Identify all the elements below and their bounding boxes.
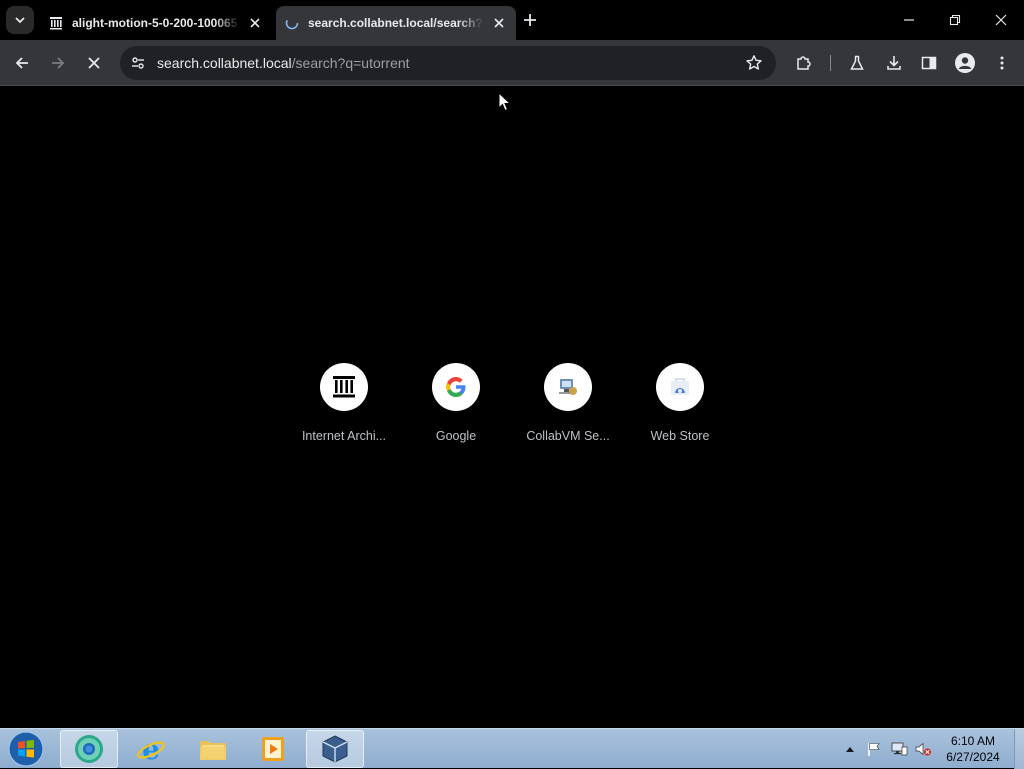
taskbar-media-player[interactable] [244, 730, 302, 768]
profile-button[interactable] [950, 48, 980, 78]
side-panel-icon [921, 56, 937, 70]
volume-muted-icon [915, 742, 931, 756]
taskbar-file-explorer[interactable] [184, 730, 242, 768]
flask-icon [850, 55, 864, 70]
puzzle-icon [797, 56, 811, 70]
action-center-tray[interactable] [864, 729, 884, 769]
close-window-button[interactable] [978, 0, 1024, 40]
shortcut-collabvm[interactable]: CollabVM Se... [512, 363, 624, 443]
system-clock[interactable]: 6:10 AM 6/27/2024 [936, 733, 1010, 765]
folder-icon [200, 741, 226, 760]
url-text: search.collabnet.local/search?q=utorrent [157, 55, 410, 71]
chevron-down-icon [15, 17, 25, 24]
internet-archive-icon [333, 376, 355, 398]
close-icon [995, 14, 1007, 26]
bookmark-star-icon[interactable] [742, 51, 766, 75]
virtualbox-icon [322, 735, 348, 763]
url-path: /search?q=utorrent [291, 55, 410, 71]
collabvm-icon [559, 379, 577, 395]
toolbar-separator [830, 55, 831, 71]
close-tab-icon[interactable] [246, 14, 264, 32]
shortcut-web-store[interactable]: Web Store [624, 363, 736, 443]
clock-time: 6:10 AM [950, 734, 996, 748]
taskbar-chromium[interactable] [60, 730, 118, 768]
shortcut-icon-wrapper [432, 363, 480, 411]
taskbar-internet-explorer[interactable]: e [122, 730, 180, 768]
page-content: Internet Archi... Google CollabVM Se... … [0, 87, 1024, 728]
tab-alight-motion[interactable]: alight-motion-5-0-200-100065 [40, 6, 272, 40]
show-desktop-button[interactable] [1014, 729, 1024, 769]
forward-button[interactable] [43, 48, 73, 78]
arrow-left-icon [15, 57, 28, 69]
web-store-icon [671, 378, 689, 395]
start-button[interactable] [6, 730, 46, 768]
shortcut-icon-wrapper [544, 363, 592, 411]
google-icon [446, 377, 466, 397]
extensions-button[interactable] [789, 48, 819, 78]
browser-toolbar: search.collabnet.local/search?q=utorrent [0, 40, 1024, 86]
shortcut-label: Google [435, 429, 477, 443]
flag-icon [868, 743, 880, 756]
tab-search-collabnet[interactable]: search.collabnet.local/search?q=utorrent [276, 6, 516, 40]
side-panel-button[interactable] [914, 48, 944, 78]
internet-archive-icon [48, 15, 64, 31]
arrow-right-icon [52, 57, 65, 69]
shortcut-icon-wrapper [320, 363, 368, 411]
chevron-up-icon [846, 747, 854, 752]
tab-title: search.collabnet.local/search?q=utorrent [308, 16, 484, 30]
more-vert-icon [1000, 56, 1004, 70]
minimize-button[interactable] [886, 0, 932, 40]
download-icon [887, 56, 901, 70]
tab-search-button[interactable] [6, 6, 34, 34]
shortcut-label: Web Store [650, 429, 710, 443]
show-hidden-icons-button[interactable] [842, 729, 858, 769]
restore-button[interactable] [932, 0, 978, 40]
tab-strip: alight-motion-5-0-200-100065 search.coll… [0, 0, 1024, 40]
labs-button[interactable] [842, 48, 872, 78]
windows-orb-icon [8, 731, 44, 767]
mouse-cursor-icon [498, 92, 512, 112]
downloads-button[interactable] [879, 48, 909, 78]
close-tab-icon[interactable] [490, 14, 508, 32]
shortcut-label: Internet Archi... [301, 429, 387, 443]
stop-loading-button[interactable] [79, 48, 109, 78]
shortcut-google[interactable]: Google [400, 363, 512, 443]
back-button[interactable] [7, 48, 37, 78]
media-player-icon [262, 737, 284, 761]
tab-title: alight-motion-5-0-200-100065 [72, 16, 238, 30]
url-host: search.collabnet.local [157, 55, 292, 71]
close-icon [88, 57, 100, 69]
shortcut-label: CollabVM Se... [526, 429, 610, 443]
restore-icon [949, 14, 961, 26]
taskbar-virtualbox[interactable] [306, 730, 364, 768]
internet-explorer-icon: e [137, 733, 165, 765]
network-tray[interactable] [888, 729, 910, 769]
site-info-icon[interactable] [122, 46, 154, 80]
network-icon [891, 742, 908, 756]
shortcut-icon-wrapper [656, 363, 704, 411]
chromium-icon [75, 735, 103, 763]
avatar-icon [955, 53, 975, 73]
clock-date: 6/27/2024 [946, 750, 1000, 764]
minimize-icon [904, 19, 914, 21]
taskbar: e 6:10 AM 6/27/2024 [0, 728, 1024, 769]
loading-globe-icon [284, 15, 300, 31]
address-bar[interactable]: search.collabnet.local/search?q=utorrent [120, 46, 776, 80]
menu-button[interactable] [987, 48, 1017, 78]
new-tab-button[interactable] [518, 8, 542, 32]
shortcut-internet-archive[interactable]: Internet Archi... [288, 363, 400, 443]
volume-tray[interactable] [912, 729, 934, 769]
plus-icon [524, 14, 536, 26]
